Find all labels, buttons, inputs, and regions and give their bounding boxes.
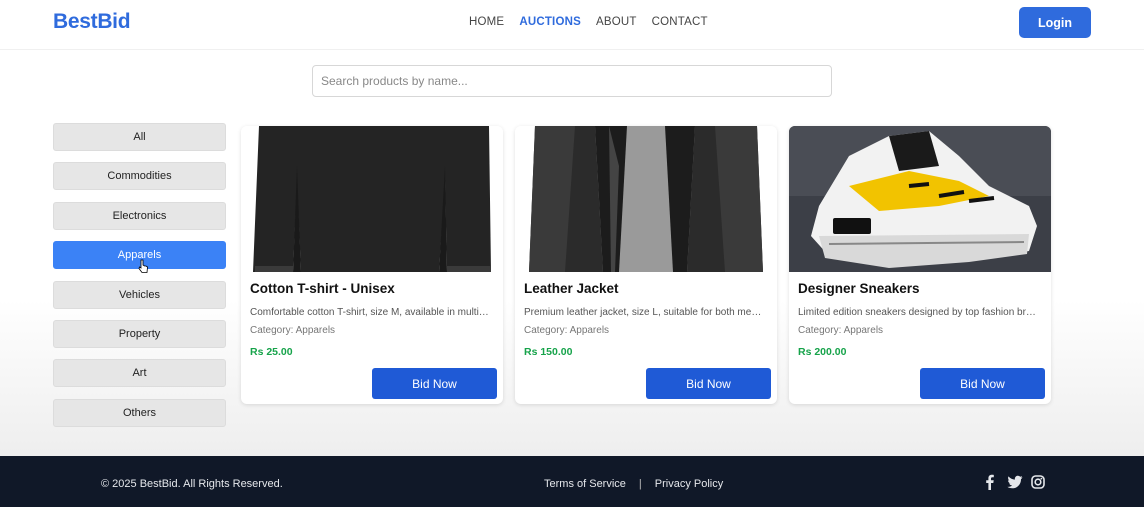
bid-now-button[interactable]: Bid Now <box>372 368 497 399</box>
leather-jacket-image[interactable] <box>515 126 777 272</box>
terms-of-service-link[interactable]: Terms of Service <box>544 478 626 490</box>
site-header: BestBid HOME AUCTIONS ABOUT CONTACT Logi… <box>0 0 1144 50</box>
instagram-icon[interactable] <box>1031 474 1045 490</box>
category-art[interactable]: Art <box>53 359 226 388</box>
product-title: Cotton T-shirt - Unisex <box>250 281 395 296</box>
category-vehicles[interactable]: Vehicles <box>53 280 226 309</box>
product-price: Rs 150.00 <box>524 346 573 358</box>
nav-contact[interactable]: CONTACT <box>652 16 708 28</box>
product-category: Category: Apparels <box>250 325 336 336</box>
category-sidebar: All Commodities Electronics Apparels Veh… <box>53 123 226 438</box>
site-logo[interactable]: BestBid <box>53 10 131 34</box>
product-card: Cotton T-shirt - Unisex Comfortable cott… <box>241 126 503 404</box>
product-description: Premium leather jacket, size L, suitable… <box>524 307 766 318</box>
product-category: Category: Apparels <box>524 325 610 336</box>
main-nav: HOME AUCTIONS ABOUT CONTACT <box>469 16 708 28</box>
category-electronics[interactable]: Electronics <box>53 201 226 230</box>
product-title: Leather Jacket <box>524 281 619 296</box>
nav-auctions[interactable]: AUCTIONS <box>519 16 581 28</box>
category-commodities[interactable]: Commodities <box>53 162 226 191</box>
sneaker-image[interactable] <box>789 126 1051 272</box>
search-input[interactable] <box>312 65 832 97</box>
privacy-policy-link[interactable]: Privacy Policy <box>655 478 723 490</box>
social-links <box>983 474 1045 490</box>
twitter-icon[interactable] <box>1007 474 1023 490</box>
nav-home[interactable]: HOME <box>469 16 504 28</box>
site-footer: © 2025 BestBid. All Rights Reserved. Ter… <box>0 456 1144 507</box>
copyright-text: © 2025 BestBid. All Rights Reserved. <box>101 478 283 490</box>
footer-links: Terms of Service | Privacy Policy <box>544 478 723 490</box>
product-description: Limited edition sneakers designed by top… <box>798 307 1040 318</box>
nav-about[interactable]: ABOUT <box>596 16 637 28</box>
product-category: Category: Apparels <box>798 325 884 336</box>
facebook-icon[interactable] <box>983 474 997 490</box>
footer-separator: | <box>638 478 642 490</box>
product-card: Designer Sneakers Limited edition sneake… <box>789 126 1051 404</box>
product-price: Rs 200.00 <box>798 346 847 358</box>
category-all[interactable]: All <box>53 123 226 151</box>
category-property[interactable]: Property <box>53 319 226 348</box>
login-button[interactable]: Login <box>1019 7 1091 38</box>
black-tshirt-image[interactable] <box>241 126 503 272</box>
bid-now-button[interactable]: Bid Now <box>920 368 1045 399</box>
product-card: Leather Jacket Premium leather jacket, s… <box>515 126 777 404</box>
hand-cursor-icon <box>138 259 148 273</box>
product-price: Rs 25.00 <box>250 346 293 358</box>
product-description: Comfortable cotton T-shirt, size M, avai… <box>250 307 492 318</box>
product-title: Designer Sneakers <box>798 281 920 296</box>
bid-now-button[interactable]: Bid Now <box>646 368 771 399</box>
category-others[interactable]: Others <box>53 398 226 427</box>
